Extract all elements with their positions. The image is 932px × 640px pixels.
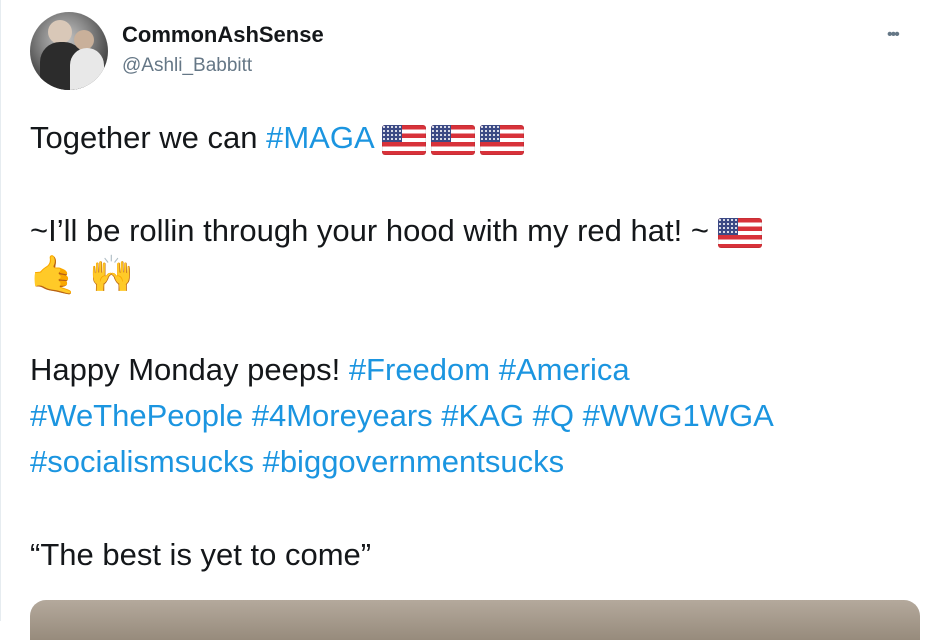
hashtag-america[interactable]: #America — [499, 352, 630, 387]
tweet-line-2: ~I’ll be rollin through your hood with m… — [30, 208, 920, 254]
tweet-media-image[interactable] — [30, 600, 920, 640]
flag-us-icon — [430, 124, 475, 155]
avatar[interactable] — [30, 12, 108, 90]
hashtag-wethepeople[interactable]: #WeThePeople — [30, 398, 243, 433]
hashtag-kag[interactable]: #KAG — [441, 398, 524, 433]
user-handle[interactable]: @Ashli_Babbitt — [122, 55, 252, 77]
display-name[interactable]: CommonAshSense — [122, 22, 324, 48]
avatar-person-head-2 — [74, 30, 94, 50]
tweet-line-quote: “The best is yet to come” — [30, 532, 920, 578]
avatar-person-head-1 — [48, 20, 72, 44]
hashtag-4moreyears[interactable]: #4Moreyears — [252, 398, 433, 433]
raising-hands-icon: 🙌 — [89, 253, 135, 295]
hashtag-freedom[interactable]: #Freedom — [349, 352, 490, 387]
tweet-line-5: #WeThePeople #4Moreyears #KAG #Q #WWG1WG… — [30, 393, 920, 439]
tweet-text-segment: Together we can — [30, 120, 267, 155]
emoji-group: 🤙 🙌 — [30, 254, 134, 295]
tweet-quote: “The best is yet to come” — [30, 537, 372, 572]
tweet-text-segment: ~I’ll be rollin through your hood with m… — [30, 213, 718, 248]
tweet-card: CommonAshSense @Ashli_Babbitt ••• Togeth… — [0, 0, 932, 640]
hashtag-q[interactable]: #Q — [533, 398, 574, 433]
flag-us-icon — [479, 124, 524, 155]
tweet-text: Together we can #MAGA ~I’ll be rollin th… — [30, 115, 920, 578]
tweet-text-segment: Happy Monday peeps! — [30, 352, 349, 387]
tweet-line-4: Happy Monday peeps! #Freedom #America — [30, 347, 920, 393]
hashtag-maga[interactable]: #MAGA — [266, 120, 373, 155]
flag-us-icon — [717, 217, 762, 248]
call-me-hand-icon: 🤙 — [30, 252, 78, 297]
avatar-person-body-2 — [70, 48, 104, 90]
tweet-line-6: #socialismsucks #biggovernmentsucks — [30, 439, 920, 485]
more-icon[interactable]: ••• — [887, 26, 900, 44]
hashtag-socialismsucks[interactable]: #socialismsucks — [30, 444, 254, 479]
hashtag-biggovernmentsucks[interactable]: #biggovernmentsucks — [263, 444, 565, 479]
tweet-line-1: Together we can #MAGA — [30, 115, 920, 161]
hashtag-wwg1wga[interactable]: #WWG1WGA — [583, 398, 774, 433]
flag-us-icon — [381, 124, 426, 155]
tweet-line-3: 🤙 🙌 — [30, 254, 920, 300]
